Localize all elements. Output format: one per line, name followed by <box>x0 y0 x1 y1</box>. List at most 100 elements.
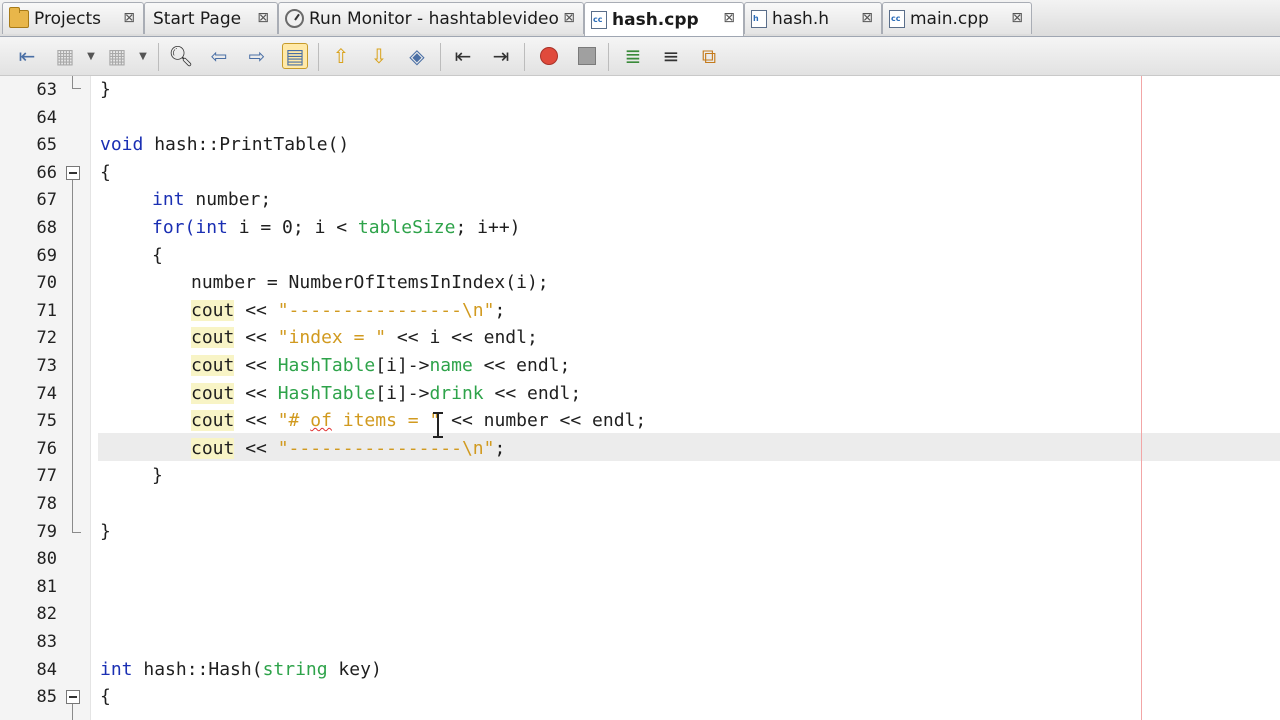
line-number: 69 <box>36 246 57 266</box>
close-icon[interactable]: ⊠ <box>723 10 735 26</box>
cpp-file-icon <box>889 9 905 28</box>
line-number: 74 <box>36 384 57 404</box>
tab-hash-h[interactable]: hash.h ⊠ <box>744 2 882 34</box>
line-number: 76 <box>36 439 57 459</box>
header-file-icon <box>751 9 767 28</box>
line-number-gutter: 63 64 65 66 67 68 69 70 71 72 73 74 75 7… <box>0 76 91 720</box>
code-line: } <box>152 465 163 486</box>
tab-main-cpp[interactable]: main.cpp ⊠ <box>882 2 1032 34</box>
code-line: { <box>100 162 111 183</box>
line-number: 82 <box>36 604 57 624</box>
close-icon[interactable]: ⊠ <box>1011 10 1023 26</box>
collapse-fold-icon[interactable] <box>66 166 80 180</box>
code-line: void hash::PrintTable() <box>100 134 350 155</box>
tab-hash-cpp[interactable]: hash.cpp ⊠ <box>584 2 744 36</box>
line-number: 81 <box>36 577 57 597</box>
line-number: 67 <box>36 190 57 210</box>
toolbar-separator <box>318 43 319 71</box>
toolbar-separator <box>524 43 525 71</box>
fold-end-marker <box>72 532 81 533</box>
line-number: 79 <box>36 522 57 542</box>
stop-macro-icon[interactable] <box>574 43 600 69</box>
line-number: 80 <box>36 549 57 569</box>
toolbar-separator <box>440 43 441 71</box>
line-number: 73 <box>36 356 57 376</box>
shift-left-icon[interactable]: ⇤ <box>450 43 476 69</box>
code-line: cout << "index = " << i << endl; <box>191 327 538 348</box>
find-previous-icon[interactable]: ⇦ <box>206 43 232 69</box>
line-number: 66 <box>36 163 57 183</box>
toggle-bookmark-icon[interactable]: ◈ <box>404 43 430 69</box>
code-line: } <box>100 521 111 542</box>
line-number: 65 <box>36 135 57 155</box>
fold-guide <box>72 180 73 532</box>
find-next-icon[interactable]: ⇨ <box>244 43 270 69</box>
tab-run-monitor[interactable]: Run Monitor - hashtablevideo ⊠ <box>278 2 584 34</box>
toolbar-separator <box>608 43 609 71</box>
uncomment-icon[interactable]: ≡ <box>658 43 684 69</box>
code-editor[interactable]: 63 64 65 66 67 68 69 70 71 72 73 74 75 7… <box>0 76 1280 720</box>
cpp-file-icon <box>591 10 607 29</box>
line-number: 72 <box>36 328 57 348</box>
forward-icon[interactable]: ▦ <box>104 43 130 69</box>
tab-start-page[interactable]: Start Page ⊠ <box>144 2 278 34</box>
chevron-down-icon[interactable]: ▼ <box>86 43 96 69</box>
projects-folder-icon <box>9 6 29 28</box>
right-margin-line <box>1141 76 1142 720</box>
spelling-error: of <box>310 410 332 431</box>
tab-projects[interactable]: Projects ⊠ <box>2 2 144 34</box>
line-number: 64 <box>36 108 57 128</box>
code-line: { <box>152 245 163 266</box>
code-line: cout << "# of items = " << number << end… <box>191 410 647 431</box>
line-number: 77 <box>36 466 57 486</box>
tab-label: Start Page <box>153 8 242 29</box>
run-monitor-icon <box>285 9 304 28</box>
diff-icon[interactable]: ⧉ <box>696 43 722 69</box>
fold-guide <box>72 76 73 88</box>
code-line: for(int i = 0; i < tableSize; i++) <box>152 217 521 238</box>
line-number: 71 <box>36 301 57 321</box>
code-line: { <box>100 686 111 707</box>
toggle-highlight-icon[interactable]: ▤ <box>282 43 308 69</box>
code-line: int number; <box>152 189 272 210</box>
line-number: 78 <box>36 494 57 514</box>
tab-label: Run Monitor - hashtablevideo <box>309 8 559 29</box>
comment-icon[interactable]: ≣ <box>620 43 646 69</box>
tab-label: main.cpp <box>910 8 989 29</box>
editor-tab-bar: Projects ⊠ Start Page ⊠ Run Monitor - ha… <box>0 0 1280 37</box>
history-icon[interactable]: ▦ <box>52 43 78 69</box>
line-number: 75 <box>36 411 57 431</box>
line-number: 70 <box>36 273 57 293</box>
back-icon[interactable]: ⇤ <box>14 43 40 69</box>
line-number: 63 <box>36 80 57 100</box>
tab-label: hash.cpp <box>612 9 699 30</box>
chevron-down-icon[interactable]: ▼ <box>138 43 148 69</box>
line-number: 83 <box>36 632 57 652</box>
fold-end-marker <box>72 88 81 89</box>
shift-right-icon[interactable]: ⇥ <box>488 43 514 69</box>
line-number: 85 <box>36 687 57 707</box>
close-icon[interactable]: ⊠ <box>123 10 135 26</box>
fold-guide <box>72 704 73 720</box>
close-icon[interactable]: ⊠ <box>257 10 269 26</box>
code-line: number = NumberOfItemsInIndex(i); <box>191 272 549 293</box>
line-number: 68 <box>36 218 57 238</box>
editor-toolbar: ⇤ ▦ ▼ ▦ ▼ 🔍︎ ⇦ ⇨ ▤ ⇧ ⇩ ◈ ⇤ ⇥ ≣ ≡ ⧉ <box>0 37 1280 76</box>
code-line-current: cout << "----------------\n"; <box>191 438 506 459</box>
toolbar-separator <box>158 43 159 71</box>
code-line: int hash::Hash(string key) <box>100 659 382 680</box>
line-number: 84 <box>36 660 57 680</box>
start-macro-icon[interactable] <box>536 43 562 69</box>
previous-bookmark-icon[interactable]: ⇧ <box>328 43 354 69</box>
close-icon[interactable]: ⊠ <box>563 10 575 26</box>
tab-label: Projects <box>34 8 102 29</box>
tab-label: hash.h <box>772 8 830 29</box>
close-icon[interactable]: ⊠ <box>861 10 873 26</box>
code-line: cout << HashTable[i]->name << endl; <box>191 355 571 376</box>
code-line: cout << HashTable[i]->drink << endl; <box>191 383 582 404</box>
next-bookmark-icon[interactable]: ⇩ <box>366 43 392 69</box>
collapse-fold-icon[interactable] <box>66 690 80 704</box>
code-line: } <box>100 79 111 100</box>
find-icon[interactable]: 🔍︎ <box>168 43 194 69</box>
text-cursor-icon <box>433 412 443 438</box>
